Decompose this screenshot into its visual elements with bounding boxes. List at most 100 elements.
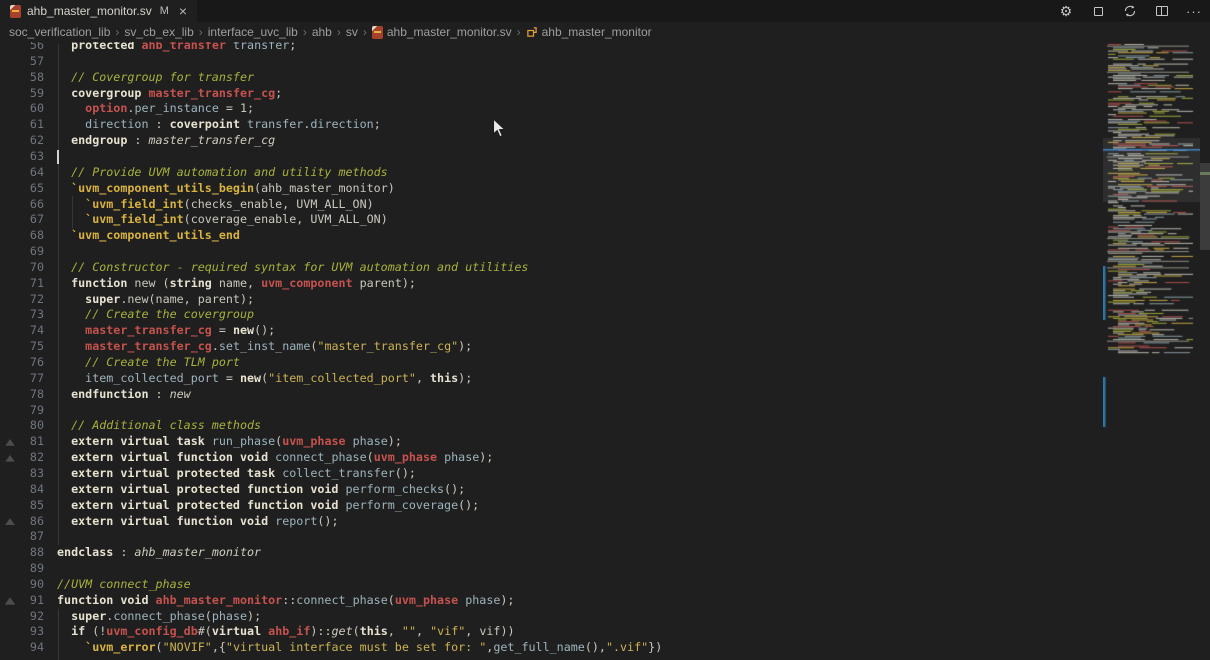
breadcrumb-item-sv-cb-ex-lib[interactable]: sv_cb_ex_lib <box>124 25 193 39</box>
line-text: // Create the covergroup <box>57 307 254 323</box>
line-number: 58 <box>0 70 44 86</box>
compare-changes-icon[interactable] <box>1122 3 1138 19</box>
line-number: 83 <box>0 466 44 482</box>
line-number: 93 <box>0 624 44 640</box>
code-line-60[interactable]: 60 option.per_instance = 1; <box>0 101 1100 117</box>
code-line-89[interactable]: 89 <box>0 561 1100 577</box>
code-line-61[interactable]: 61 direction : coverpoint transfer.direc… <box>0 117 1100 133</box>
line-text: extern virtual protected function void p… <box>57 482 465 498</box>
code-line-70[interactable]: 70 // Constructor - required syntax for … <box>0 260 1100 276</box>
code-line-93[interactable]: 93 if (!uvm_config_db#(virtual ahb_if)::… <box>0 624 1100 640</box>
line-text: // Constructor - required syntax for UVM… <box>57 260 528 276</box>
breadcrumb-label: ahb_master_monitor <box>542 25 652 39</box>
line-number: 84 <box>0 482 44 498</box>
code-line-78[interactable]: 78 endfunction : new <box>0 387 1100 403</box>
line-number: 80 <box>0 418 44 434</box>
breadcrumb-item-ahb-master-monitor[interactable]: ahb_master_monitor <box>526 25 652 39</box>
breadcrumb-label: ahb <box>312 25 332 39</box>
code-line-88[interactable]: 88 endclass : ahb_master_monitor <box>0 545 1100 561</box>
vertical-scrollbar[interactable] <box>1200 42 1210 660</box>
breadcrumb-label: soc_verification_lib <box>9 25 110 39</box>
code-line-59[interactable]: 59 covergroup master_transfer_cg; <box>0 86 1100 102</box>
line-text: extern virtual protected function void p… <box>57 498 479 514</box>
code-line-63[interactable]: 63 <box>0 149 1100 165</box>
code-line-87[interactable]: 87 <box>0 529 1100 545</box>
code-line-91[interactable]: 91function void ahb_master_monitor::conn… <box>0 593 1100 609</box>
layout-square-icon[interactable] <box>1090 3 1106 19</box>
tab-title: ahb_master_monitor.sv <box>27 4 152 18</box>
line-number: 81 <box>0 434 44 450</box>
code-line-77[interactable]: 77 item_collected_port = new("item_colle… <box>0 371 1100 387</box>
code-line-64[interactable]: 64 // Provide UVM automation and utility… <box>0 165 1100 181</box>
line-text: function void ahb_master_monitor::connec… <box>57 593 514 609</box>
breadcrumb-item-ahb-master-monitor-sv[interactable]: ahb_master_monitor.sv <box>372 25 512 39</box>
line-number: 86 <box>0 514 44 530</box>
code-line-73[interactable]: 73 // Create the covergroup <box>0 307 1100 323</box>
code-line-82[interactable]: 82 extern virtual function void connect_… <box>0 450 1100 466</box>
code-line-68[interactable]: 68 `uvm_component_utils_end <box>0 228 1100 244</box>
split-editor-icon[interactable] <box>1154 3 1170 19</box>
code-line-62[interactable]: 62 endgroup : master_transfer_cg <box>0 133 1100 149</box>
line-number: 82 <box>0 450 44 466</box>
code-line-57[interactable]: 57 <box>0 54 1100 70</box>
breadcrumb-label: interface_uvc_lib <box>208 25 298 39</box>
code-line-83[interactable]: 83 extern virtual protected task collect… <box>0 466 1100 482</box>
code-line-86[interactable]: 86 extern virtual function void report()… <box>0 514 1100 530</box>
breadcrumb-separator: › <box>337 25 341 39</box>
line-text: `uvm_field_int(checks_enable, UVM_ALL_ON… <box>57 197 374 213</box>
sv-file-icon <box>372 26 383 39</box>
breadcrumb-item-interface-uvc-lib[interactable]: interface_uvc_lib <box>208 25 298 39</box>
line-number: 76 <box>0 355 44 371</box>
code-line-58[interactable]: 58 // Covergroup for transfer <box>0 70 1100 86</box>
code-line-94[interactable]: 94 `uvm_error("NOVIF",{"virtual interfac… <box>0 640 1100 656</box>
code-line-79[interactable]: 79 <box>0 403 1100 419</box>
line-text: direction : coverpoint transfer.directio… <box>57 117 381 133</box>
minimap[interactable] <box>1103 42 1200 660</box>
line-text: extern virtual function void connect_pha… <box>57 450 493 466</box>
breadcrumb-item-sv[interactable]: sv <box>346 25 358 39</box>
line-text: // Create the TLM port <box>57 355 240 371</box>
line-number: 62 <box>0 133 44 149</box>
line-number: 75 <box>0 339 44 355</box>
line-number: 64 <box>0 165 44 181</box>
code-line-66[interactable]: 66 `uvm_field_int(checks_enable, UVM_ALL… <box>0 197 1100 213</box>
line-text: endclass : ahb_master_monitor <box>57 545 261 561</box>
breadcrumb-item-soc-verification-lib[interactable]: soc_verification_lib <box>9 25 110 39</box>
line-number: 88 <box>0 545 44 561</box>
line-text: // Provide UVM automation and utility me… <box>57 165 388 181</box>
settings-gear-icon[interactable]: ⚙ <box>1058 3 1074 19</box>
code-line-76[interactable]: 76 // Create the TLM port <box>0 355 1100 371</box>
code-line-85[interactable]: 85 extern virtual protected function voi… <box>0 498 1100 514</box>
code-line-71[interactable]: 71 function new (string name, uvm_compon… <box>0 276 1100 292</box>
line-text: `uvm_error("NOVIF",{"virtual interface m… <box>57 640 662 656</box>
line-number: 94 <box>0 640 44 656</box>
line-number: 67 <box>0 212 44 228</box>
code-line-75[interactable]: 75 master_transfer_cg.set_inst_name("mas… <box>0 339 1100 355</box>
scrollbar-thumb[interactable] <box>1200 163 1210 250</box>
code-editor[interactable]: 56 protected ahb_transfer transfer;5758 … <box>0 0 1210 660</box>
code-line-65[interactable]: 65 `uvm_component_utils_begin(ahb_master… <box>0 181 1100 197</box>
indent-guide <box>58 44 59 545</box>
breadcrumb-item-ahb[interactable]: ahb <box>312 25 332 39</box>
line-text: `uvm_component_utils_begin(ahb_master_mo… <box>57 181 395 197</box>
code-line-92[interactable]: 92 super.connect_phase(phase); <box>0 609 1100 625</box>
code-line-69[interactable]: 69 <box>0 244 1100 260</box>
tab-ahb-master-monitor[interactable]: ahb_master_monitor.sv M × <box>0 0 197 22</box>
line-text: option.per_instance = 1; <box>57 101 254 117</box>
code-line-90[interactable]: 90//UVM connect_phase <box>0 577 1100 593</box>
line-text: master_transfer_cg.set_inst_name("master… <box>57 339 472 355</box>
line-text: extern virtual task run_phase(uvm_phase … <box>57 434 402 450</box>
code-line-80[interactable]: 80 // Additional class methods <box>0 418 1100 434</box>
editor-tab-bar: ahb_master_monitor.sv M × ⚙ ··· <box>0 0 1210 22</box>
more-actions-icon[interactable]: ··· <box>1186 3 1202 19</box>
line-number: 71 <box>0 276 44 292</box>
code-line-81[interactable]: 81 extern virtual task run_phase(uvm_pha… <box>0 434 1100 450</box>
close-tab-icon[interactable]: × <box>179 4 187 18</box>
code-line-72[interactable]: 72 super.new(name, parent); <box>0 292 1100 308</box>
line-text: endgroup : master_transfer_cg <box>57 133 275 149</box>
line-number: 92 <box>0 609 44 625</box>
indent-guide <box>72 196 73 228</box>
code-line-67[interactable]: 67 `uvm_field_int(coverage_enable, UVM_A… <box>0 212 1100 228</box>
code-line-84[interactable]: 84 extern virtual protected function voi… <box>0 482 1100 498</box>
code-line-74[interactable]: 74 master_transfer_cg = new(); <box>0 323 1100 339</box>
